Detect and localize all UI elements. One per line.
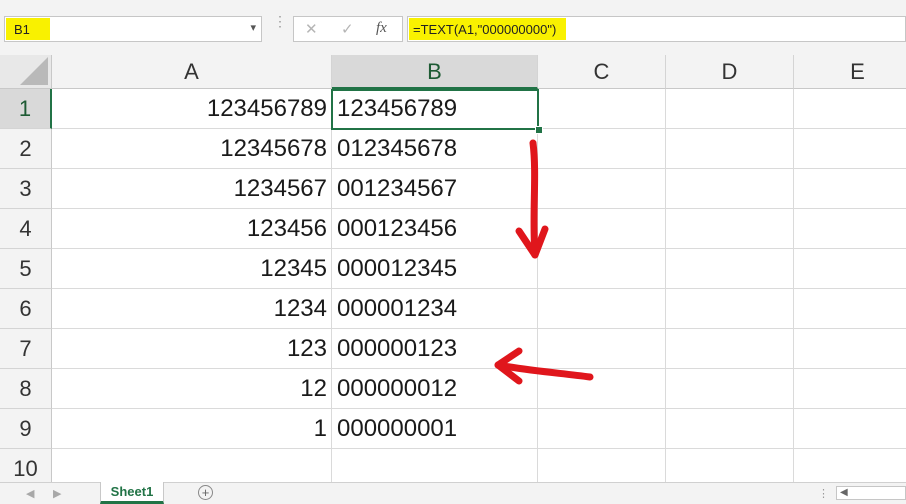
cell-a7[interactable]: 123 (52, 329, 332, 369)
cell-b6[interactable]: 000001234 (332, 289, 538, 329)
cell-c4[interactable] (538, 209, 666, 249)
cell-e7[interactable] (794, 329, 906, 369)
previous-sheet-icon[interactable]: ◀ (26, 487, 34, 500)
split-handle-icon[interactable]: ⋮ (818, 487, 829, 500)
cell-e3[interactable] (794, 169, 906, 209)
cell-a6[interactable]: 1234 (52, 289, 332, 329)
function-fx-icon[interactable]: fx (376, 20, 387, 37)
cell-c6[interactable] (538, 289, 666, 329)
drag-handle-icon[interactable]: ⋮ (273, 14, 287, 28)
sheet-tab-sheet1[interactable]: Sheet1 (100, 482, 164, 504)
row-header-9[interactable]: 9 (0, 409, 52, 449)
cell-e6[interactable] (794, 289, 906, 329)
cell-b7[interactable]: 000000123 (332, 329, 538, 369)
cell-d8[interactable] (666, 369, 794, 409)
cell-a2[interactable]: 12345678 (52, 129, 332, 169)
next-sheet-icon[interactable]: ▶ (53, 487, 61, 500)
cell-c7[interactable] (538, 329, 666, 369)
row-header-4[interactable]: 4 (0, 209, 52, 249)
cell-d2[interactable] (666, 129, 794, 169)
cell-e1[interactable] (794, 89, 906, 129)
formula-buttons: ✕ ✓ fx (293, 16, 403, 42)
select-all-triangle-icon (20, 57, 48, 85)
cell-a3[interactable]: 1234567 (52, 169, 332, 209)
cell-d10[interactable] (666, 449, 794, 482)
row-header-1[interactable]: 1 (0, 89, 52, 129)
sheet-tab-bar: ◀ ▶ Sheet1 + ⋮ ◀ (0, 482, 906, 504)
column-header-a[interactable]: A (52, 55, 332, 89)
cell-e5[interactable] (794, 249, 906, 289)
cell-d7[interactable] (666, 329, 794, 369)
cell-e10[interactable] (794, 449, 906, 482)
cell-c1[interactable] (538, 89, 666, 129)
row-header-10[interactable]: 10 (0, 449, 52, 482)
cell-c5[interactable] (538, 249, 666, 289)
column-header-d[interactable]: D (666, 55, 794, 89)
select-all-button[interactable] (0, 55, 52, 89)
cell-d1[interactable] (666, 89, 794, 129)
cell-b2[interactable]: 012345678 (332, 129, 538, 169)
cell-a8[interactable]: 12 (52, 369, 332, 409)
name-box[interactable]: B1 ▾ (4, 16, 262, 42)
cell-b9[interactable]: 000000001 (332, 409, 538, 449)
cell-d3[interactable] (666, 169, 794, 209)
cell-c3[interactable] (538, 169, 666, 209)
row-header-5[interactable]: 5 (0, 249, 52, 289)
column-header-e[interactable]: E (794, 55, 906, 89)
cell-b3[interactable]: 001234567 (332, 169, 538, 209)
row-header-6[interactable]: 6 (0, 289, 52, 329)
cancel-icon[interactable]: ✕ (305, 20, 318, 38)
enter-check-icon[interactable]: ✓ (341, 20, 354, 38)
cell-d4[interactable] (666, 209, 794, 249)
cell-e9[interactable] (794, 409, 906, 449)
name-box-value: B1 (14, 22, 30, 37)
cell-b10[interactable] (332, 449, 538, 482)
formula-input[interactable]: =TEXT(A1,"000000000") (407, 16, 906, 42)
cell-e4[interactable] (794, 209, 906, 249)
cell-e2[interactable] (794, 129, 906, 169)
cell-a1[interactable]: 123456789 (52, 89, 332, 129)
column-header-b[interactable]: B (332, 55, 538, 89)
cell-b5[interactable]: 000012345 (332, 249, 538, 289)
cell-b4[interactable]: 000123456 (332, 209, 538, 249)
column-header-c[interactable]: C (538, 55, 666, 89)
row-header-3[interactable]: 3 (0, 169, 52, 209)
cell-c9[interactable] (538, 409, 666, 449)
fill-handle[interactable] (535, 126, 543, 134)
cell-b1[interactable]: 123456789 (332, 89, 538, 129)
cell-d5[interactable] (666, 249, 794, 289)
cell-e8[interactable] (794, 369, 906, 409)
scroll-left-icon[interactable]: ◀ (840, 487, 848, 498)
row-header-8[interactable]: 8 (0, 369, 52, 409)
cell-a5[interactable]: 12345 (52, 249, 332, 289)
cell-a4[interactable]: 123456 (52, 209, 332, 249)
cell-c10[interactable] (538, 449, 666, 482)
row-header-2[interactable]: 2 (0, 129, 52, 169)
plus-icon[interactable]: + (198, 485, 213, 500)
cell-d9[interactable] (666, 409, 794, 449)
cell-b8[interactable]: 000000012 (332, 369, 538, 409)
spreadsheet-grid: A B C D E 1 2 3 4 5 6 7 8 9 10 123456789… (0, 55, 906, 482)
horizontal-scrollbar[interactable]: ◀ (836, 486, 906, 500)
row-header-7[interactable]: 7 (0, 329, 52, 369)
cell-d6[interactable] (666, 289, 794, 329)
formula-bar-area: B1 ▾ ⋮ ✕ ✓ fx =TEXT(A1,"000000000") (0, 0, 906, 56)
cell-a9[interactable]: 1 (52, 409, 332, 449)
cell-c2[interactable] (538, 129, 666, 169)
cell-c8[interactable] (538, 369, 666, 409)
cell-a10[interactable] (52, 449, 332, 482)
chevron-down-icon[interactable]: ▾ (250, 21, 256, 34)
formula-text: =TEXT(A1,"000000000") (413, 22, 557, 37)
